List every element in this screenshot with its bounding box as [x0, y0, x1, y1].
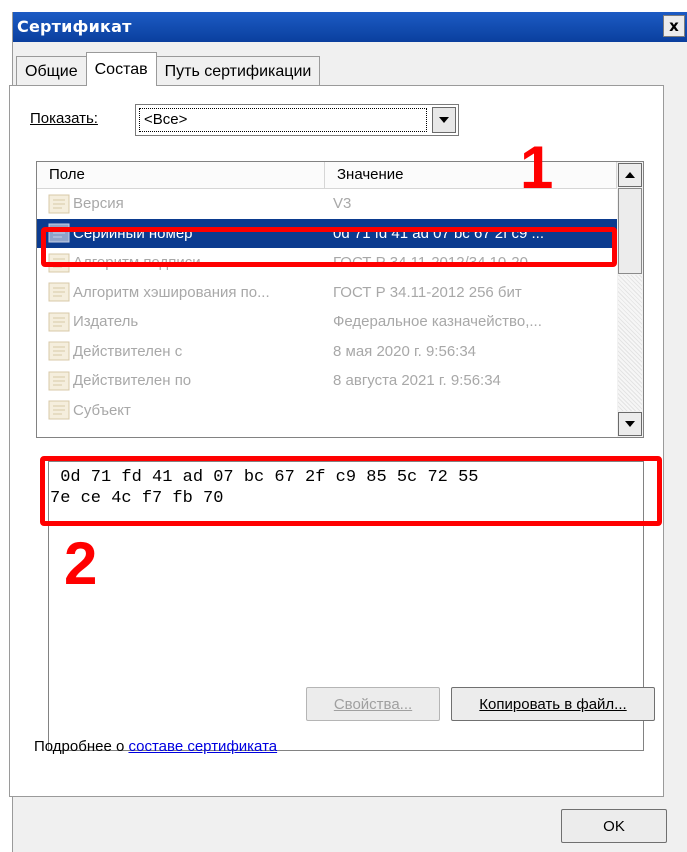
certificate-details-link[interactable]: составе сертификата: [128, 738, 277, 755]
annotation-marker-2: 2: [64, 530, 98, 597]
certificate-field-icon: [48, 223, 70, 243]
row-value: ГОСТ Р 34.11-2012/34.10-20...: [333, 254, 541, 272]
row-field: Серийный номер: [73, 224, 193, 242]
ok-button[interactable]: OK: [561, 809, 667, 843]
scroll-down-button[interactable]: [618, 412, 642, 436]
close-button[interactable]: x: [663, 15, 685, 37]
row-field: Алгоритм хэширования по...: [73, 283, 270, 301]
list-rows: Версия V3 Серийный номер 0d 71 fd 41 ad …: [37, 189, 617, 425]
scroll-track[interactable]: [618, 275, 642, 411]
list-row-serial-number[interactable]: Серийный номер 0d 71 fd 41 ad 07 bc 67 2…: [37, 218, 617, 248]
scroll-up-button[interactable]: [618, 163, 642, 187]
list-row-issuer[interactable]: Издатель Федеральное казначейство,...: [37, 307, 617, 337]
show-select[interactable]: <Все>: [135, 104, 459, 136]
row-value: ГОСТ Р 34.11-2012 256 бит: [333, 283, 522, 301]
certificate-field-icon: [48, 282, 70, 302]
row-value: 0d 71 fd 41 ad 07 bc 67 2f c9 ...: [333, 224, 544, 242]
close-icon: x: [669, 17, 679, 35]
certificate-field-icon: [48, 194, 70, 214]
chevron-up-icon: [625, 172, 635, 178]
annotation-marker-1: 1: [520, 134, 554, 201]
tab-certification-path[interactable]: Путь сертификации: [155, 56, 321, 86]
row-field: Алгоритм подписи: [73, 254, 201, 272]
row-field: Действителен с: [73, 342, 183, 360]
tab-general[interactable]: Общие: [16, 56, 87, 86]
chevron-down-icon: [439, 117, 449, 123]
copy-to-file-button[interactable]: Копировать в файл...: [451, 687, 655, 721]
row-value: Федеральное казначейство,...: [333, 313, 542, 331]
window-title: Сертификат: [17, 17, 132, 36]
row-field: Субъект: [73, 401, 131, 419]
row-field: Действителен по: [73, 372, 192, 390]
row-field: Издатель: [73, 313, 139, 331]
title-bar[interactable]: Сертификат x: [13, 12, 687, 42]
list-row-subject[interactable]: Субъект: [37, 396, 617, 426]
certificate-field-icon: [48, 341, 70, 361]
tab-details[interactable]: Состав: [85, 52, 157, 86]
certificate-field-icon: [48, 312, 70, 332]
list-row-valid-to[interactable]: Действителен по 8 августа 2021 г. 9:56:3…: [37, 366, 617, 396]
column-header-field[interactable]: Поле: [37, 162, 325, 188]
chevron-down-icon: [625, 421, 635, 427]
list-row-hash-algorithm[interactable]: Алгоритм хэширования по... ГОСТ Р 34.11-…: [37, 278, 617, 308]
more-info-prefix: Подробнее о: [34, 738, 129, 755]
properties-button[interactable]: Свойства...: [306, 687, 440, 721]
row-value: 8 мая 2020 г. 9:56:34: [333, 342, 477, 360]
show-label: Показать:: [30, 110, 98, 127]
row-value: 8 августа 2021 г. 9:56:34: [333, 372, 501, 390]
tab-strip: Общие Состав Путь сертификации: [16, 52, 321, 86]
list-row-signature-algorithm[interactable]: Алгоритм подписи ГОСТ Р 34.11-2012/34.10…: [37, 248, 617, 278]
more-info: Подробнее о составе сертификата: [34, 738, 277, 755]
scroll-thumb[interactable]: [618, 188, 642, 274]
certificate-field-icon: [48, 253, 70, 273]
certificate-field-icon: [48, 371, 70, 391]
fields-list[interactable]: Поле Значение Версия V3 Серийный номер 0…: [36, 161, 644, 438]
row-value: V3: [333, 195, 352, 213]
dropdown-arrow-button[interactable]: [432, 107, 456, 133]
show-select-value: <Все>: [139, 108, 427, 132]
highlight-box-value: [40, 456, 662, 526]
column-header-value[interactable]: Значение: [325, 162, 617, 188]
list-row-valid-from[interactable]: Действителен с 8 мая 2020 г. 9:56:34: [37, 337, 617, 367]
list-scrollbar[interactable]: [617, 162, 643, 437]
row-field: Версия: [73, 195, 124, 213]
certificate-field-icon: [48, 400, 70, 420]
